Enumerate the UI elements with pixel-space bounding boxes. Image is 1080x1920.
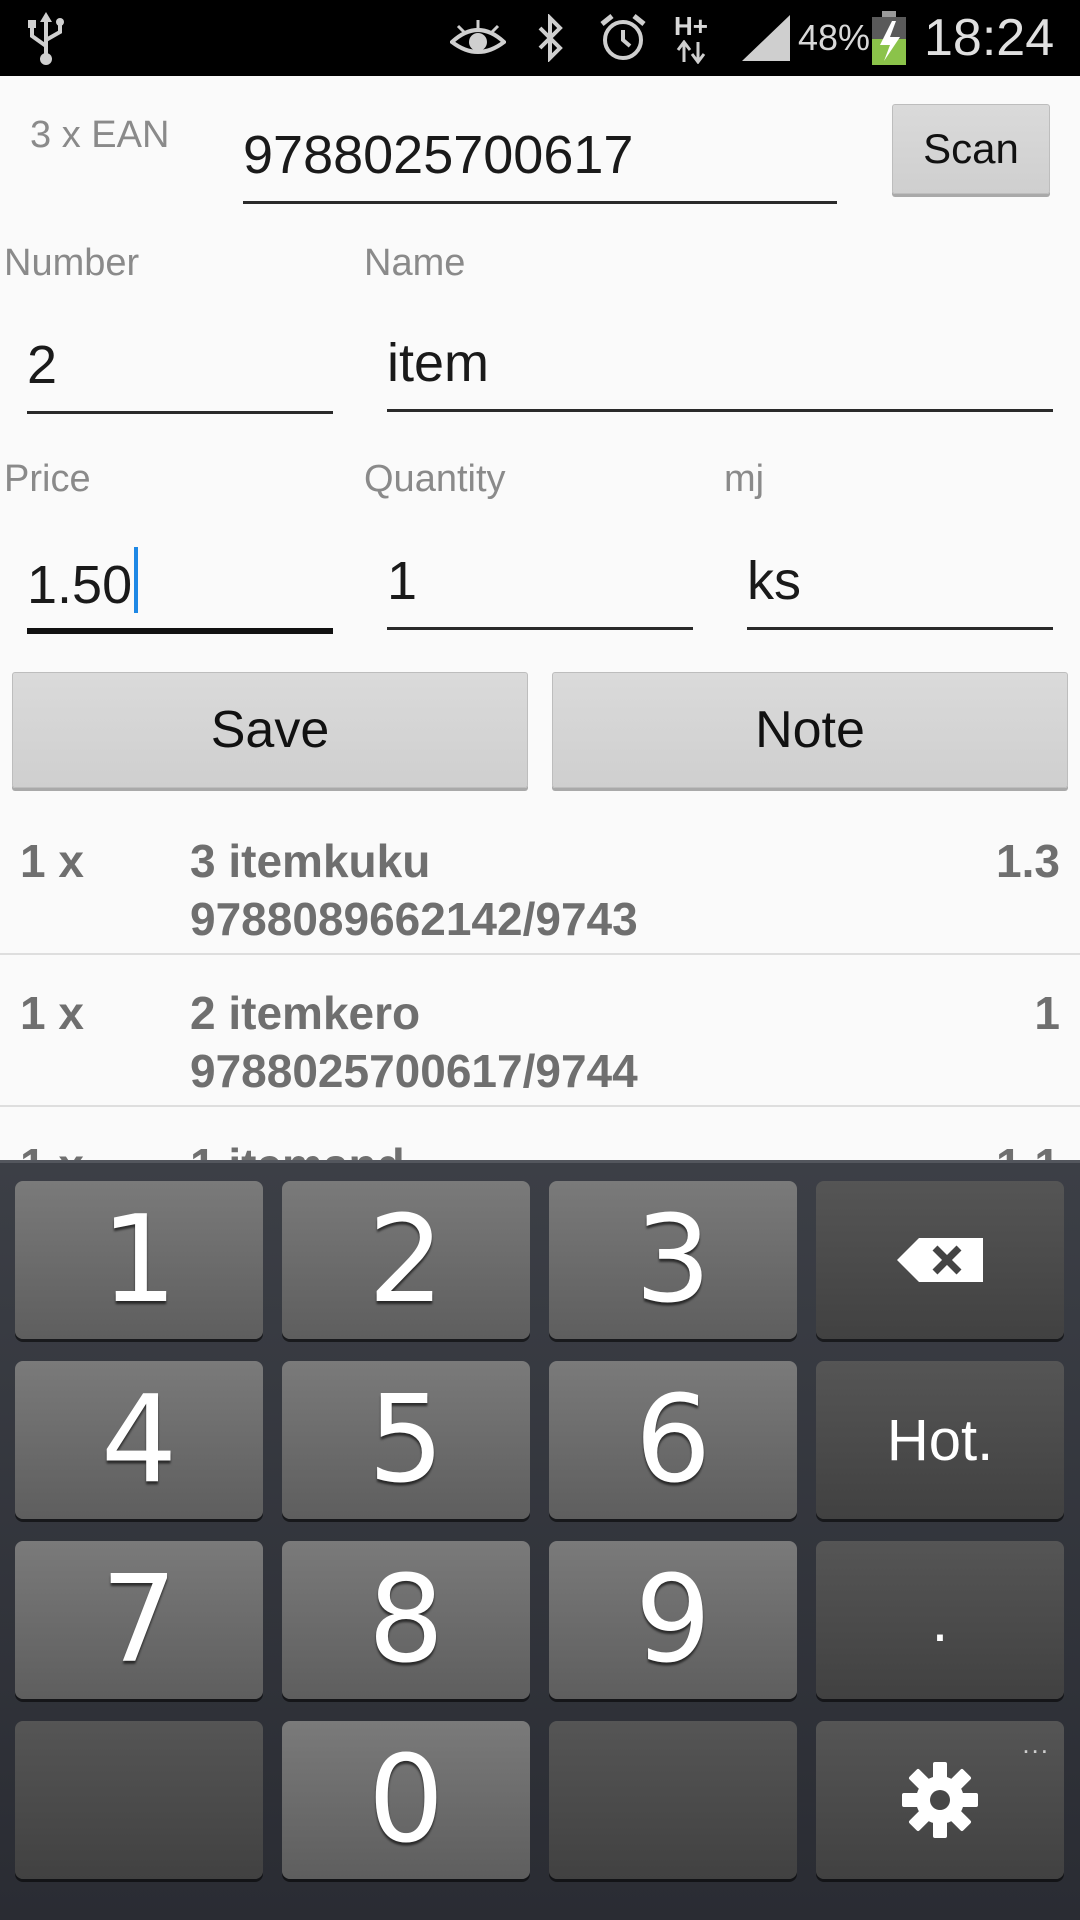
- key-3[interactable]: 3: [549, 1181, 797, 1339]
- unit-label: mj: [724, 458, 765, 500]
- price-field[interactable]: 1.50: [27, 518, 333, 634]
- name-underline: [387, 409, 1053, 412]
- battery-charging-icon: [870, 0, 908, 76]
- unit-value: ks: [747, 551, 801, 611]
- signal-icon: [740, 0, 792, 76]
- name-field[interactable]: item: [387, 298, 1053, 412]
- list-item[interactable]: 1 x 3 itemkuku 9788089662142/9743 1.3: [0, 820, 1080, 952]
- scan-button[interactable]: Scan: [892, 104, 1050, 194]
- key-0[interactable]: 0: [282, 1721, 530, 1879]
- eye-icon: [450, 0, 506, 76]
- done-key[interactable]: Hot.: [816, 1361, 1064, 1519]
- item-code: 9788089662142/9743: [190, 893, 638, 945]
- price-label: Price: [4, 458, 91, 500]
- blank-key-left: [15, 1721, 263, 1879]
- name-label: Name: [364, 242, 466, 284]
- settings-key[interactable]: ...: [816, 1721, 1064, 1879]
- backspace-key[interactable]: [816, 1181, 1064, 1339]
- quantity-underline: [387, 627, 693, 630]
- price-underline: [27, 628, 333, 634]
- more-dots: ...: [1022, 1729, 1050, 1759]
- quantity-value: 1: [387, 551, 418, 611]
- list-divider: [0, 953, 1080, 955]
- number-underline: [27, 411, 333, 414]
- item-price: 1.3: [996, 835, 1060, 887]
- list-divider: [0, 1105, 1080, 1107]
- done-key-label: Hot.: [886, 1407, 994, 1473]
- key-2[interactable]: 2: [282, 1181, 530, 1339]
- save-button[interactable]: Save: [12, 672, 528, 788]
- alarm-icon: [598, 0, 648, 76]
- bluetooth-icon: [536, 0, 566, 76]
- hplus-data-icon: H+: [674, 0, 708, 76]
- status-bar: H+ 48% 18:24: [0, 0, 1080, 76]
- key-6[interactable]: 6: [549, 1361, 797, 1519]
- note-button[interactable]: Note: [552, 672, 1068, 788]
- price-value: 1.50: [27, 555, 133, 615]
- settings-gear-icon: [902, 1762, 978, 1838]
- ean-value: 9788025700617: [243, 125, 634, 185]
- number-field[interactable]: 2: [27, 300, 333, 414]
- key-5[interactable]: 5: [282, 1361, 530, 1519]
- key-1[interactable]: 1: [15, 1181, 263, 1339]
- key-7[interactable]: 7: [15, 1541, 263, 1699]
- number-value: 2: [27, 335, 58, 395]
- number-label: Number: [4, 242, 140, 284]
- item-price: 1: [1034, 987, 1060, 1039]
- period-key[interactable]: .: [816, 1541, 1064, 1699]
- ean-field[interactable]: 9788025700617: [243, 90, 837, 204]
- key-4[interactable]: 4: [15, 1361, 263, 1519]
- item-quantity: 1 x: [20, 835, 84, 887]
- clock: 18:24: [924, 9, 1055, 67]
- quantity-label: Quantity: [364, 458, 506, 500]
- item-name: 3 itemkuku: [190, 835, 431, 887]
- item-code: 9788025700617/9744: [190, 1045, 638, 1097]
- usb-icon: [26, 0, 66, 76]
- list-item[interactable]: 1 x 2 itemkero 9788025700617/9744 1: [0, 972, 1080, 1104]
- numeric-keyboard: 1 2 3 4 5 6 Hot. 7 8 9 . 0 ...: [0, 1160, 1080, 1920]
- backspace-icon: [897, 1238, 983, 1282]
- key-8[interactable]: 8: [282, 1541, 530, 1699]
- battery-percent: 48%: [798, 17, 871, 58]
- text-cursor: [134, 547, 139, 613]
- quantity-field[interactable]: 1: [387, 516, 693, 630]
- key-9[interactable]: 9: [549, 1541, 797, 1699]
- item-quantity: 1 x: [20, 987, 84, 1039]
- ean-label: 3 x EAN: [30, 114, 170, 156]
- unit-field[interactable]: ks: [747, 516, 1053, 630]
- item-name: 2 itemkero: [190, 987, 421, 1039]
- blank-key-right: [549, 1721, 797, 1879]
- unit-underline: [747, 627, 1053, 630]
- ean-underline: [243, 201, 837, 204]
- name-value: item: [387, 333, 490, 393]
